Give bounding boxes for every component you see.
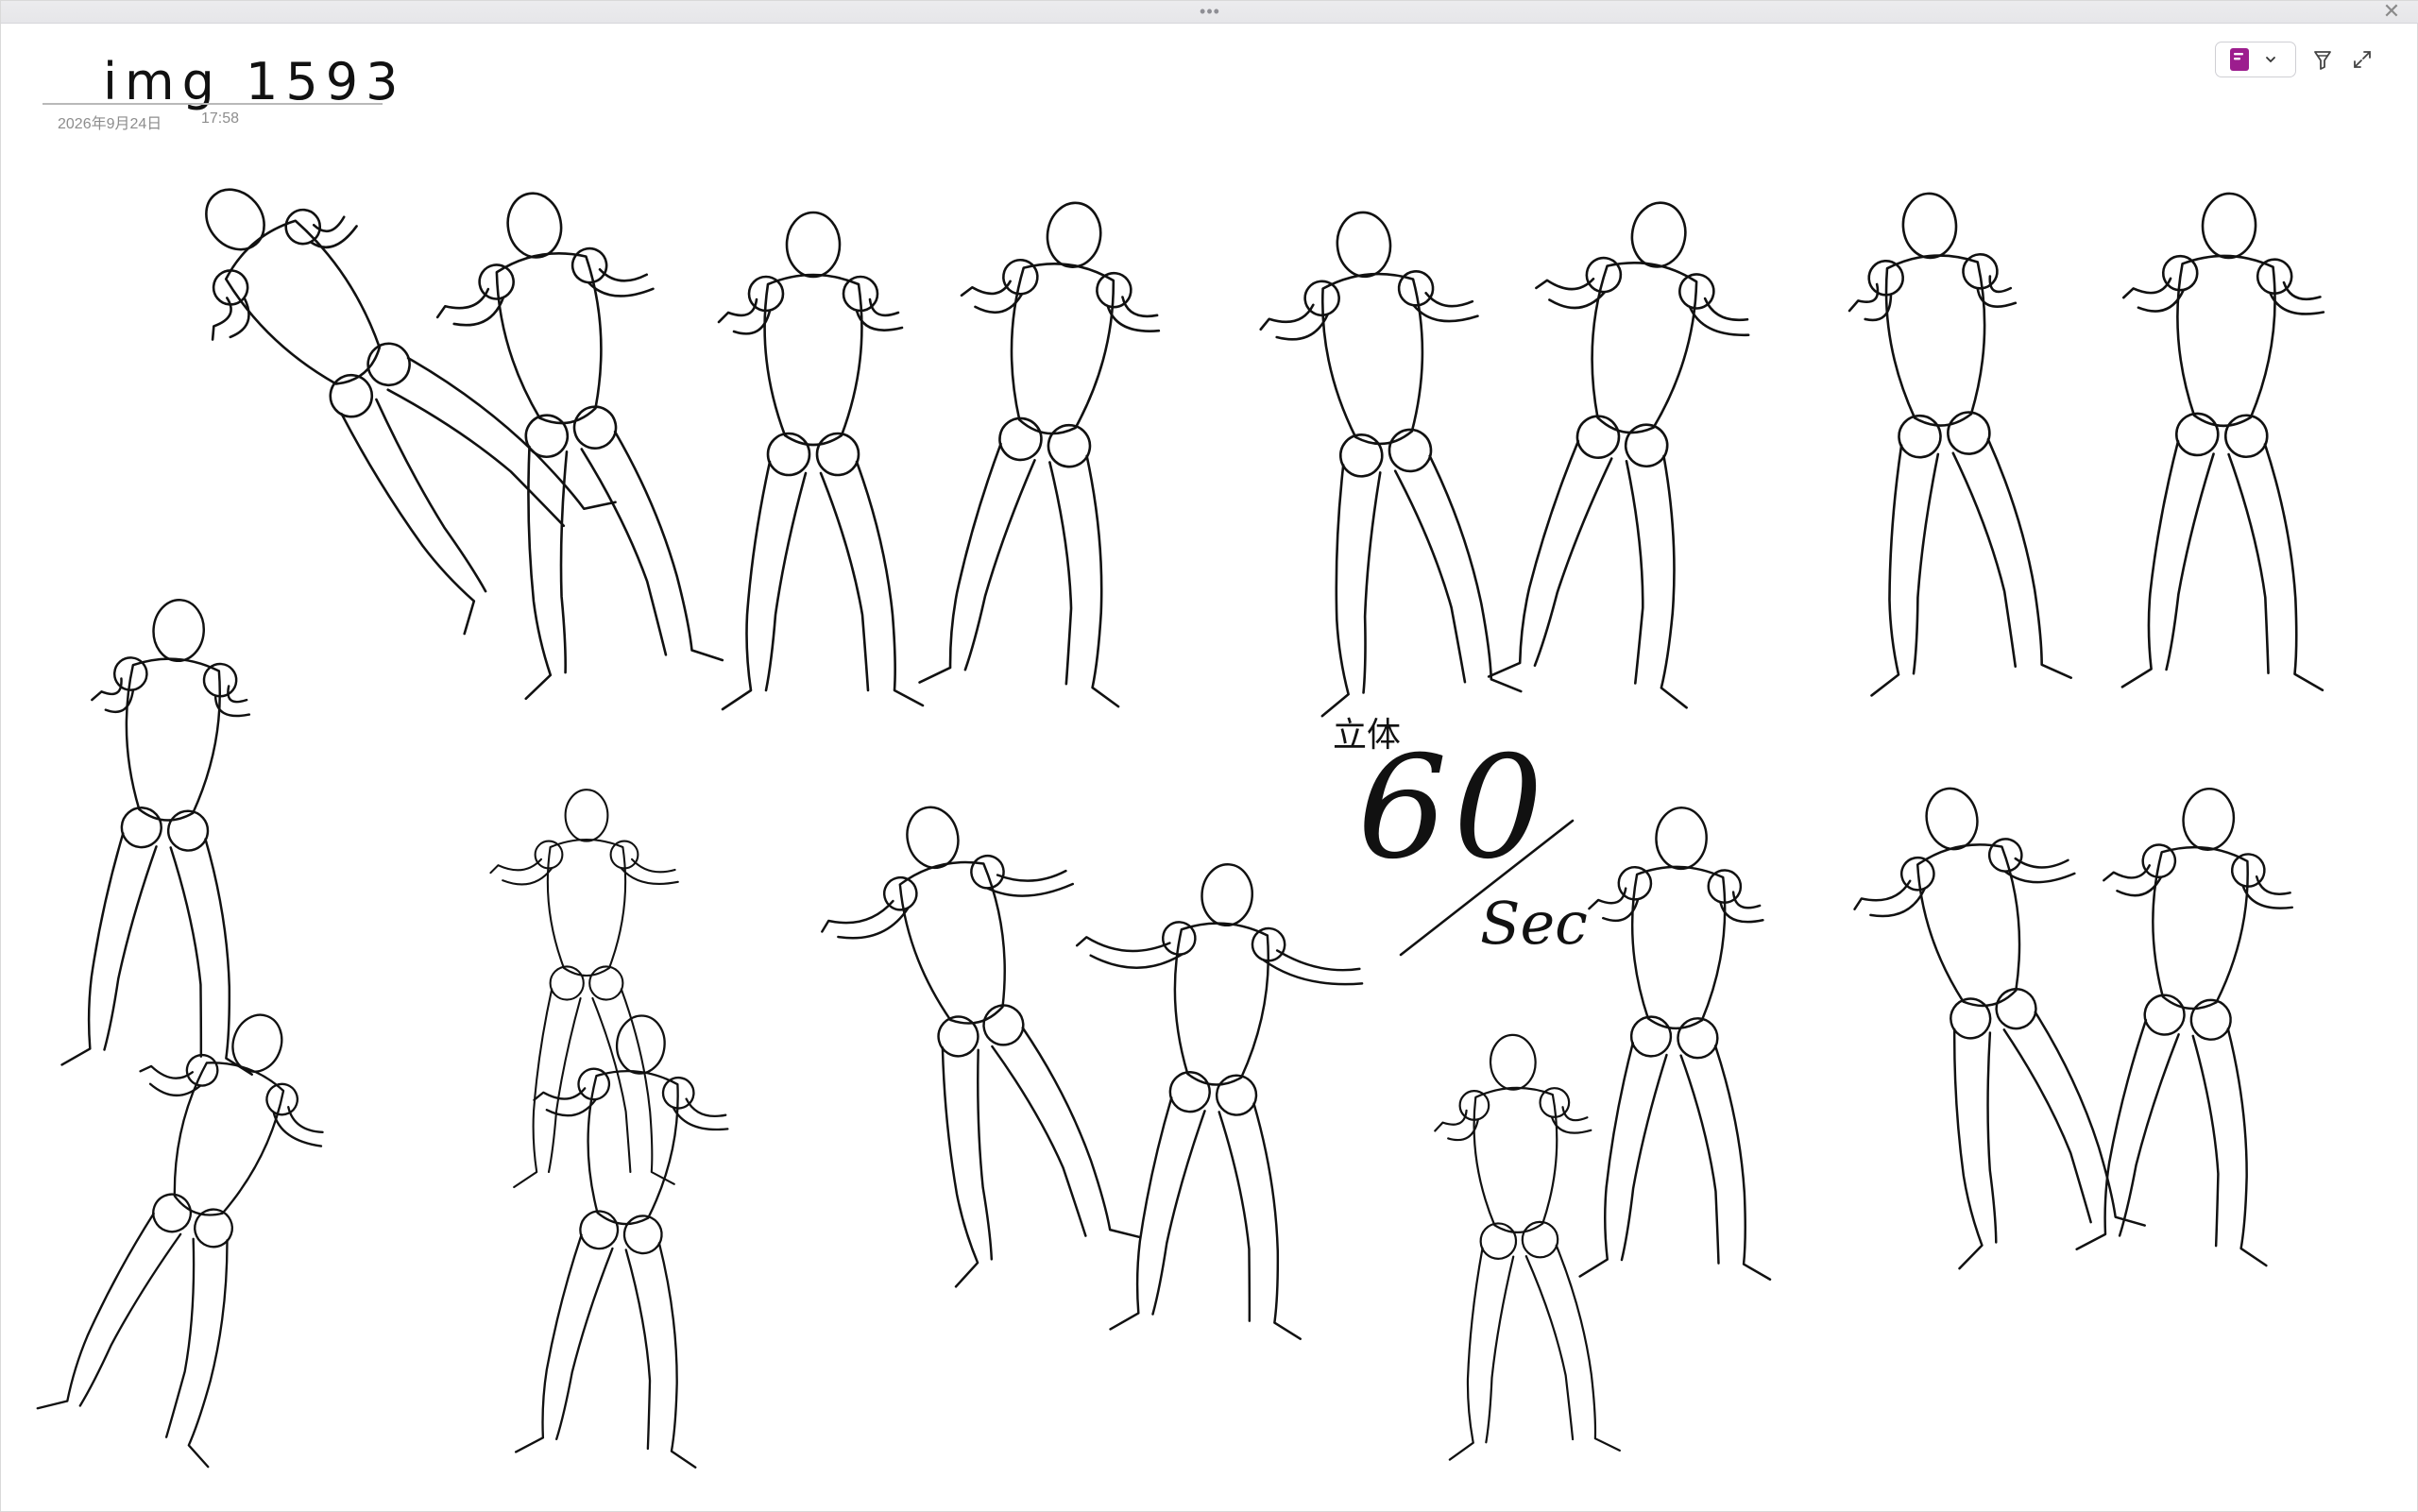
notebook-icon [2229, 47, 2250, 72]
figure-sketch [205, 188, 617, 636]
title-underline [43, 103, 383, 105]
figure-sketch [1848, 192, 2073, 697]
figure-sketch [1578, 807, 1772, 1281]
figure-sketch [489, 789, 679, 1189]
figure-sketch [717, 211, 925, 711]
close-button[interactable]: ✕ [2372, 1, 2411, 22]
figure-sketch [1259, 211, 1523, 718]
expand-icon[interactable] [2349, 46, 2375, 73]
figure-sketch [2075, 787, 2294, 1267]
figure-sketch [918, 201, 1161, 708]
figure-sketch [60, 599, 253, 1076]
notebook-picker-button[interactable] [2215, 42, 2296, 77]
figure-sketch [1853, 787, 2146, 1270]
gesture-sketches [36, 188, 2325, 1469]
page-date: 2026年9月24日 [58, 116, 162, 132]
highlighter-icon[interactable] [2309, 46, 2336, 73]
chevron-down-icon [2263, 52, 2278, 67]
page-title[interactable]: img 1593 [103, 54, 405, 110]
figure-sketch [435, 192, 724, 701]
figure-sketch [36, 1013, 324, 1469]
drag-handle-icon[interactable]: ••• [1161, 3, 1259, 20]
page-time: 17:58 [201, 110, 240, 127]
ink-note-unit: Sec [1480, 889, 1588, 958]
figure-sketch [2120, 192, 2325, 692]
figure-sketch [1434, 1033, 1621, 1461]
figure-sketch [821, 806, 1141, 1288]
figure-sketch [1075, 863, 1364, 1340]
app-window: ••• ✕ img 1593 2026年9月24日 17:58 立体 60 Se… [0, 0, 2418, 1512]
title-bar[interactable]: ••• ✕ [1, 1, 2418, 24]
figure-sketch [514, 1014, 729, 1469]
ink-canvas[interactable] [1, 133, 2418, 1503]
page-toolbar [2215, 37, 2375, 82]
ink-note-number: 60 [1357, 726, 1549, 891]
figure-sketch [1487, 201, 1750, 709]
